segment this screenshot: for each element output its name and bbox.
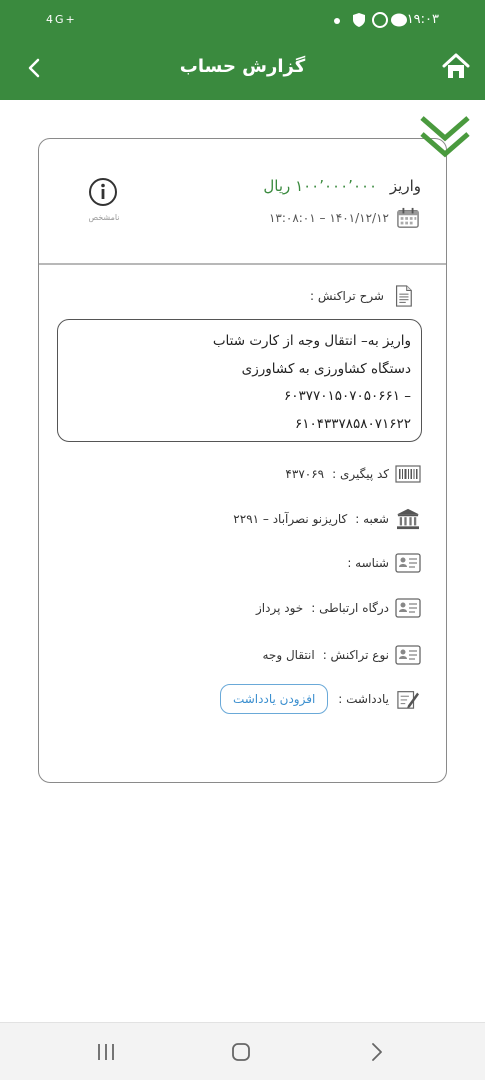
id-card-icon — [395, 645, 421, 665]
transaction-card: واریز ۱۰۰٬۰۰۰٬۰۰۰ ریال ۱۴۰۱/۱۲/۱۲ – ۱۳:۰… — [38, 138, 447, 783]
chat-bubbles-icon — [372, 12, 407, 28]
gateway-row: درگاه ارتباطی : خود پرداز — [256, 595, 421, 621]
document-icon — [395, 285, 412, 307]
back-button[interactable] — [20, 52, 48, 84]
info-icon[interactable] — [88, 177, 118, 207]
transaction-type-row: نوع تراکنش : انتقال وجه — [262, 642, 421, 668]
branch-row: شعبه : کاریزنو نصرآباد – ۲۲۹۱ — [233, 506, 421, 532]
transaction-type-label: نوع تراکنش : — [322, 648, 389, 662]
shield-icon — [353, 13, 365, 27]
notification-dot-icon — [334, 18, 340, 24]
home-nav-icon[interactable] — [231, 1042, 251, 1062]
recents-icon[interactable] — [96, 1043, 116, 1061]
description-label-row: شرح تراکنش : — [310, 285, 416, 307]
calendar-icon — [397, 207, 419, 228]
description-label: شرح تراکنش : — [309, 289, 384, 303]
tracking-code-label: کد پیگیری : — [332, 467, 389, 481]
double-chevron-down-icon[interactable] — [418, 112, 472, 166]
id-card-icon — [395, 553, 421, 573]
app-header: 4G+ ۱۹:۰۳ گزارش حساب — [0, 0, 485, 100]
branch-value: کاریزنو نصرآباد – ۲۲۹۱ — [233, 512, 348, 526]
barcode-icon — [395, 465, 421, 483]
description-box: واریز به– انتقال وجه از کارت شتاب دستگاه… — [57, 319, 422, 442]
back-chevron-icon — [28, 58, 40, 78]
status-time: ۱۹:۰۳ — [406, 12, 439, 27]
transaction-date-row: ۱۴۰۱/۱۲/۱۲ – ۱۳:۰۸:۰۱ — [269, 207, 421, 229]
status-bar: 4G+ ۱۹:۰۳ — [0, 0, 485, 42]
note-row: یادداشت : افزودن یادداشت — [219, 684, 421, 714]
unknown-status-label: نامشخص — [88, 213, 120, 222]
home-icon[interactable] — [441, 52, 471, 82]
back-nav-icon[interactable] — [370, 1042, 384, 1062]
identifier-row: شناسه : — [339, 550, 421, 576]
pencil-note-icon — [397, 691, 419, 709]
gateway-value: خود پرداز — [256, 601, 304, 615]
system-nav-bar — [0, 1022, 485, 1080]
identifier-label: شناسه : — [347, 556, 389, 570]
tracking-code-row: کد پیگیری : ۴۳۷۰۶۹ — [285, 461, 421, 487]
transaction-type-value: انتقال وجه — [262, 648, 315, 662]
tracking-code-value: ۴۳۷۰۶۹ — [285, 467, 325, 481]
gateway-label: درگاه ارتباطی : — [311, 601, 389, 615]
card-divider — [39, 263, 446, 265]
bank-icon — [397, 508, 419, 530]
transaction-amount: ۱۰۰٬۰۰۰٬۰۰۰ ریال — [263, 177, 378, 195]
id-card-icon — [395, 598, 421, 618]
add-note-button[interactable]: افزودن یادداشت — [219, 684, 329, 714]
page-title: گزارش حساب — [179, 56, 306, 77]
transaction-summary: واریز ۱۰۰٬۰۰۰٬۰۰۰ ریال — [263, 177, 421, 195]
signal-indicators: 4G+ — [46, 13, 77, 26]
transaction-datetime: ۱۴۰۱/۱۲/۱۲ – ۱۳:۰۸:۰۱ — [268, 211, 389, 225]
note-label: یادداشت : — [338, 692, 389, 706]
transaction-type: واریز — [389, 177, 421, 195]
network-type: 4G+ — [46, 13, 77, 26]
branch-label: شعبه : — [355, 512, 389, 526]
